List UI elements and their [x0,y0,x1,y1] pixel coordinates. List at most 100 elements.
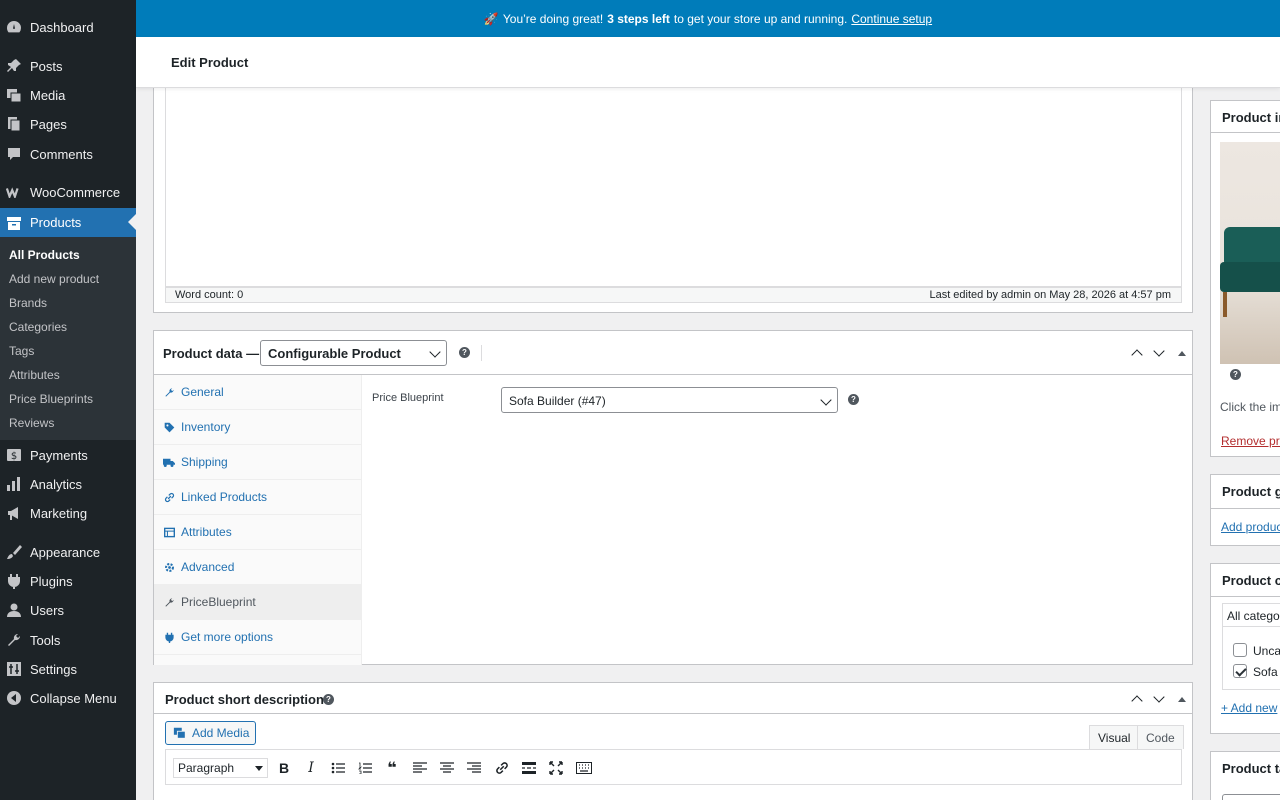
tab-label: Advanced [181,560,235,574]
tab-label: PriceBlueprint [181,595,256,609]
submenu-reviews[interactable]: Reviews [9,416,54,430]
menu-plugins[interactable]: Plugins [0,567,136,595]
align-left-icon [413,762,427,773]
submenu-add-new-product[interactable]: Add new product [9,272,99,286]
tab-get-more-options[interactable]: Get more options [154,620,361,655]
toggle-panel-button[interactable] [1174,691,1190,707]
short-description-header: Product short description ? [154,683,1192,714]
add-media-button[interactable]: Add Media [165,721,256,745]
sofa-seat [1220,262,1280,292]
menu-tools[interactable]: Tools [0,626,136,654]
quote-button[interactable]: ❝ [382,758,402,778]
menu-analytics[interactable]: Analytics [0,470,136,498]
move-down-button[interactable] [1151,345,1167,361]
submenu-tags[interactable]: Tags [9,344,34,358]
tab-priceblueprint[interactable]: PriceBlueprint [154,585,361,620]
menu-label: Collapse Menu [30,690,117,706]
align-right-button[interactable] [464,758,484,778]
product-data-header: Product data — Configurable Product ? [154,331,1192,375]
move-up-button[interactable] [1129,345,1145,361]
help-icon[interactable]: ? [1230,369,1241,380]
menu-products[interactable]: Products [0,208,136,237]
toggle-panel-button[interactable] [1174,345,1190,361]
product-image[interactable] [1220,142,1280,364]
toolbar-toggle-button[interactable] [574,758,594,778]
menu-comments[interactable]: Comments [0,140,136,168]
submenu-all-products[interactable]: All Products [9,248,80,262]
menu-settings[interactable]: Settings [0,655,136,683]
gear-icon [163,561,175,573]
tag-icon [163,421,175,433]
menu-label: Appearance [30,544,101,560]
product-data-box: Product data — Configurable Product ? Ge… [153,330,1193,665]
menu-pages[interactable]: Pages [0,110,136,138]
align-center-button[interactable] [437,758,457,778]
last-edited: Last edited by admin on May 28, 2026 at … [929,289,1171,301]
comment-icon [6,146,22,162]
rocket-icon: 🚀 [483,11,499,26]
submenu-categories[interactable]: Categories [9,320,67,334]
tab-shipping[interactable]: Shipping [154,445,361,480]
price-blueprint-select[interactable]: Sofa Builder (#47) [501,387,838,413]
wrench-icon [163,386,175,398]
bullet-list-button[interactable] [328,758,348,778]
menu-marketing[interactable]: Marketing [0,499,136,527]
submenu-attributes[interactable]: Attributes [9,368,60,382]
category-checkbox[interactable] [1233,643,1247,657]
help-icon[interactable]: ? [459,347,470,358]
menu-appearance[interactable]: Appearance [0,538,136,566]
menu-dashboard[interactable]: Dashboard [0,13,136,41]
tab-code[interactable]: Code [1137,725,1184,749]
menu-payments[interactable]: $ Payments [0,441,136,469]
submenu-brands[interactable]: Brands [9,296,47,310]
product-type-select[interactable]: Configurable Product [260,340,447,366]
settings-icon [6,661,22,677]
menu-users[interactable]: Users [0,596,136,624]
chevron-up-icon [1131,349,1143,361]
numbered-list-button[interactable] [355,758,375,778]
banner-steps: 3 steps left [607,11,670,26]
admin-sidebar: Dashboard Posts Media Pages Comments Woo… [0,0,136,800]
divider [1211,132,1280,133]
align-left-button[interactable] [410,758,430,778]
tab-label: Linked Products [181,490,268,504]
add-gallery-images-link[interactable]: Add produc [1221,520,1280,534]
category-checkbox[interactable] [1233,664,1247,678]
all-categories-tab[interactable]: All categor [1222,603,1280,627]
move-down-button[interactable] [1151,691,1167,707]
link-icon [163,491,175,503]
bold-button[interactable]: B [274,758,294,778]
submenu-price-blueprints[interactable]: Price Blueprints [9,392,93,406]
menu-woocommerce[interactable]: WooCommerce [0,178,136,206]
price-blueprint-label: Price Blueprint [372,392,444,404]
fullscreen-button[interactable] [546,758,566,778]
menu-label: Pages [30,116,67,132]
help-icon[interactable]: ? [323,694,334,705]
product-tags-title: Product ta [1222,761,1280,776]
menu-media[interactable]: Media [0,81,136,109]
tab-visual[interactable]: Visual [1089,725,1140,749]
read-more-button[interactable] [519,758,539,778]
tab-general[interactable]: General [154,375,361,410]
continue-setup-link[interactable]: Continue setup [851,12,932,26]
remove-image-link[interactable]: Remove pro [1221,434,1280,448]
tag-input[interactable] [1222,794,1280,800]
tab-advanced[interactable]: Advanced [154,550,361,585]
editor-status-bar: Word count: 0 Last edited by admin on Ma… [165,287,1182,303]
italic-button[interactable]: I [301,758,321,778]
menu-posts[interactable]: Posts [0,52,136,80]
menu-collapse[interactable]: Collapse Menu [0,684,136,712]
tab-attributes[interactable]: Attributes [154,515,361,550]
product-image-title: Product in [1222,110,1280,125]
category-label: Sofa [1253,665,1278,679]
help-icon[interactable]: ? [848,394,859,405]
tab-inventory[interactable]: Inventory [154,410,361,445]
format-select[interactable]: Paragraph [173,758,268,778]
link-button[interactable] [492,758,512,778]
add-new-category-link[interactable]: + Add new [1221,701,1277,715]
editor-content-area[interactable] [165,71,1182,287]
word-count: Word count: 0 [175,289,244,301]
tab-linked-products[interactable]: Linked Products [154,480,361,515]
move-up-button[interactable] [1129,691,1145,707]
woocommerce-icon [6,184,22,200]
